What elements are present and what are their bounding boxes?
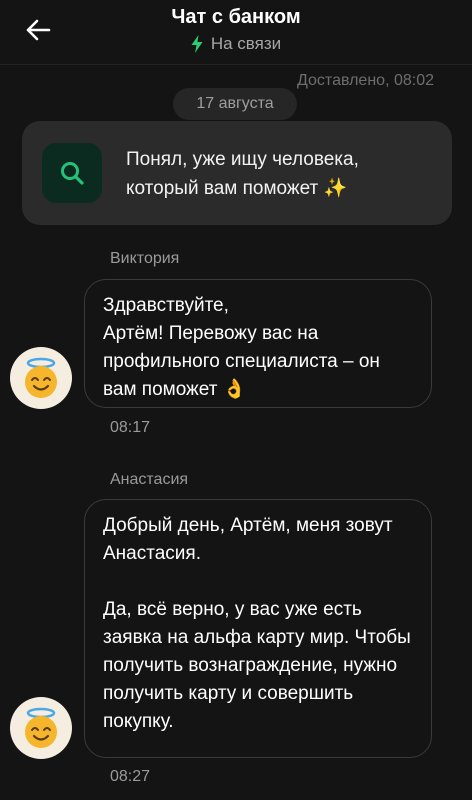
message-bubble[interactable]: Добрый день, Артём, меня зовут Анастасия… xyxy=(84,499,432,758)
angel-emoji-icon xyxy=(10,347,72,409)
date-separator: 17 августа xyxy=(173,88,297,120)
message-time: 08:17 xyxy=(110,419,151,436)
system-message-text: Понял, уже ищу человека, который вам пом… xyxy=(126,149,359,199)
chat-title: Чат с банком xyxy=(171,6,301,28)
search-icon xyxy=(42,143,102,203)
message-text: Здравствуйте, Артём! Перевожу вас на про… xyxy=(103,295,380,400)
chat-header: Чат с банком На связи xyxy=(0,0,472,64)
status-label: На связи xyxy=(210,34,282,53)
delivered-label: Доставлено, 08:02 xyxy=(297,72,434,89)
message-sender: Виктория xyxy=(110,250,180,267)
message-time: 08:27 xyxy=(110,768,151,785)
connection-status: На связи xyxy=(0,34,472,54)
lightning-icon xyxy=(191,35,203,53)
message-text: Добрый день, Артём, меня зовут Анастасия… xyxy=(103,515,411,732)
header-divider xyxy=(0,64,472,65)
message-sender: Анастасия xyxy=(110,471,189,488)
angel-emoji-icon xyxy=(10,697,72,759)
system-message: Понял, уже ищу человека, который вам пом… xyxy=(22,121,452,225)
message-bubble[interactable]: Здравствуйте, Артём! Перевожу вас на про… xyxy=(84,279,432,408)
